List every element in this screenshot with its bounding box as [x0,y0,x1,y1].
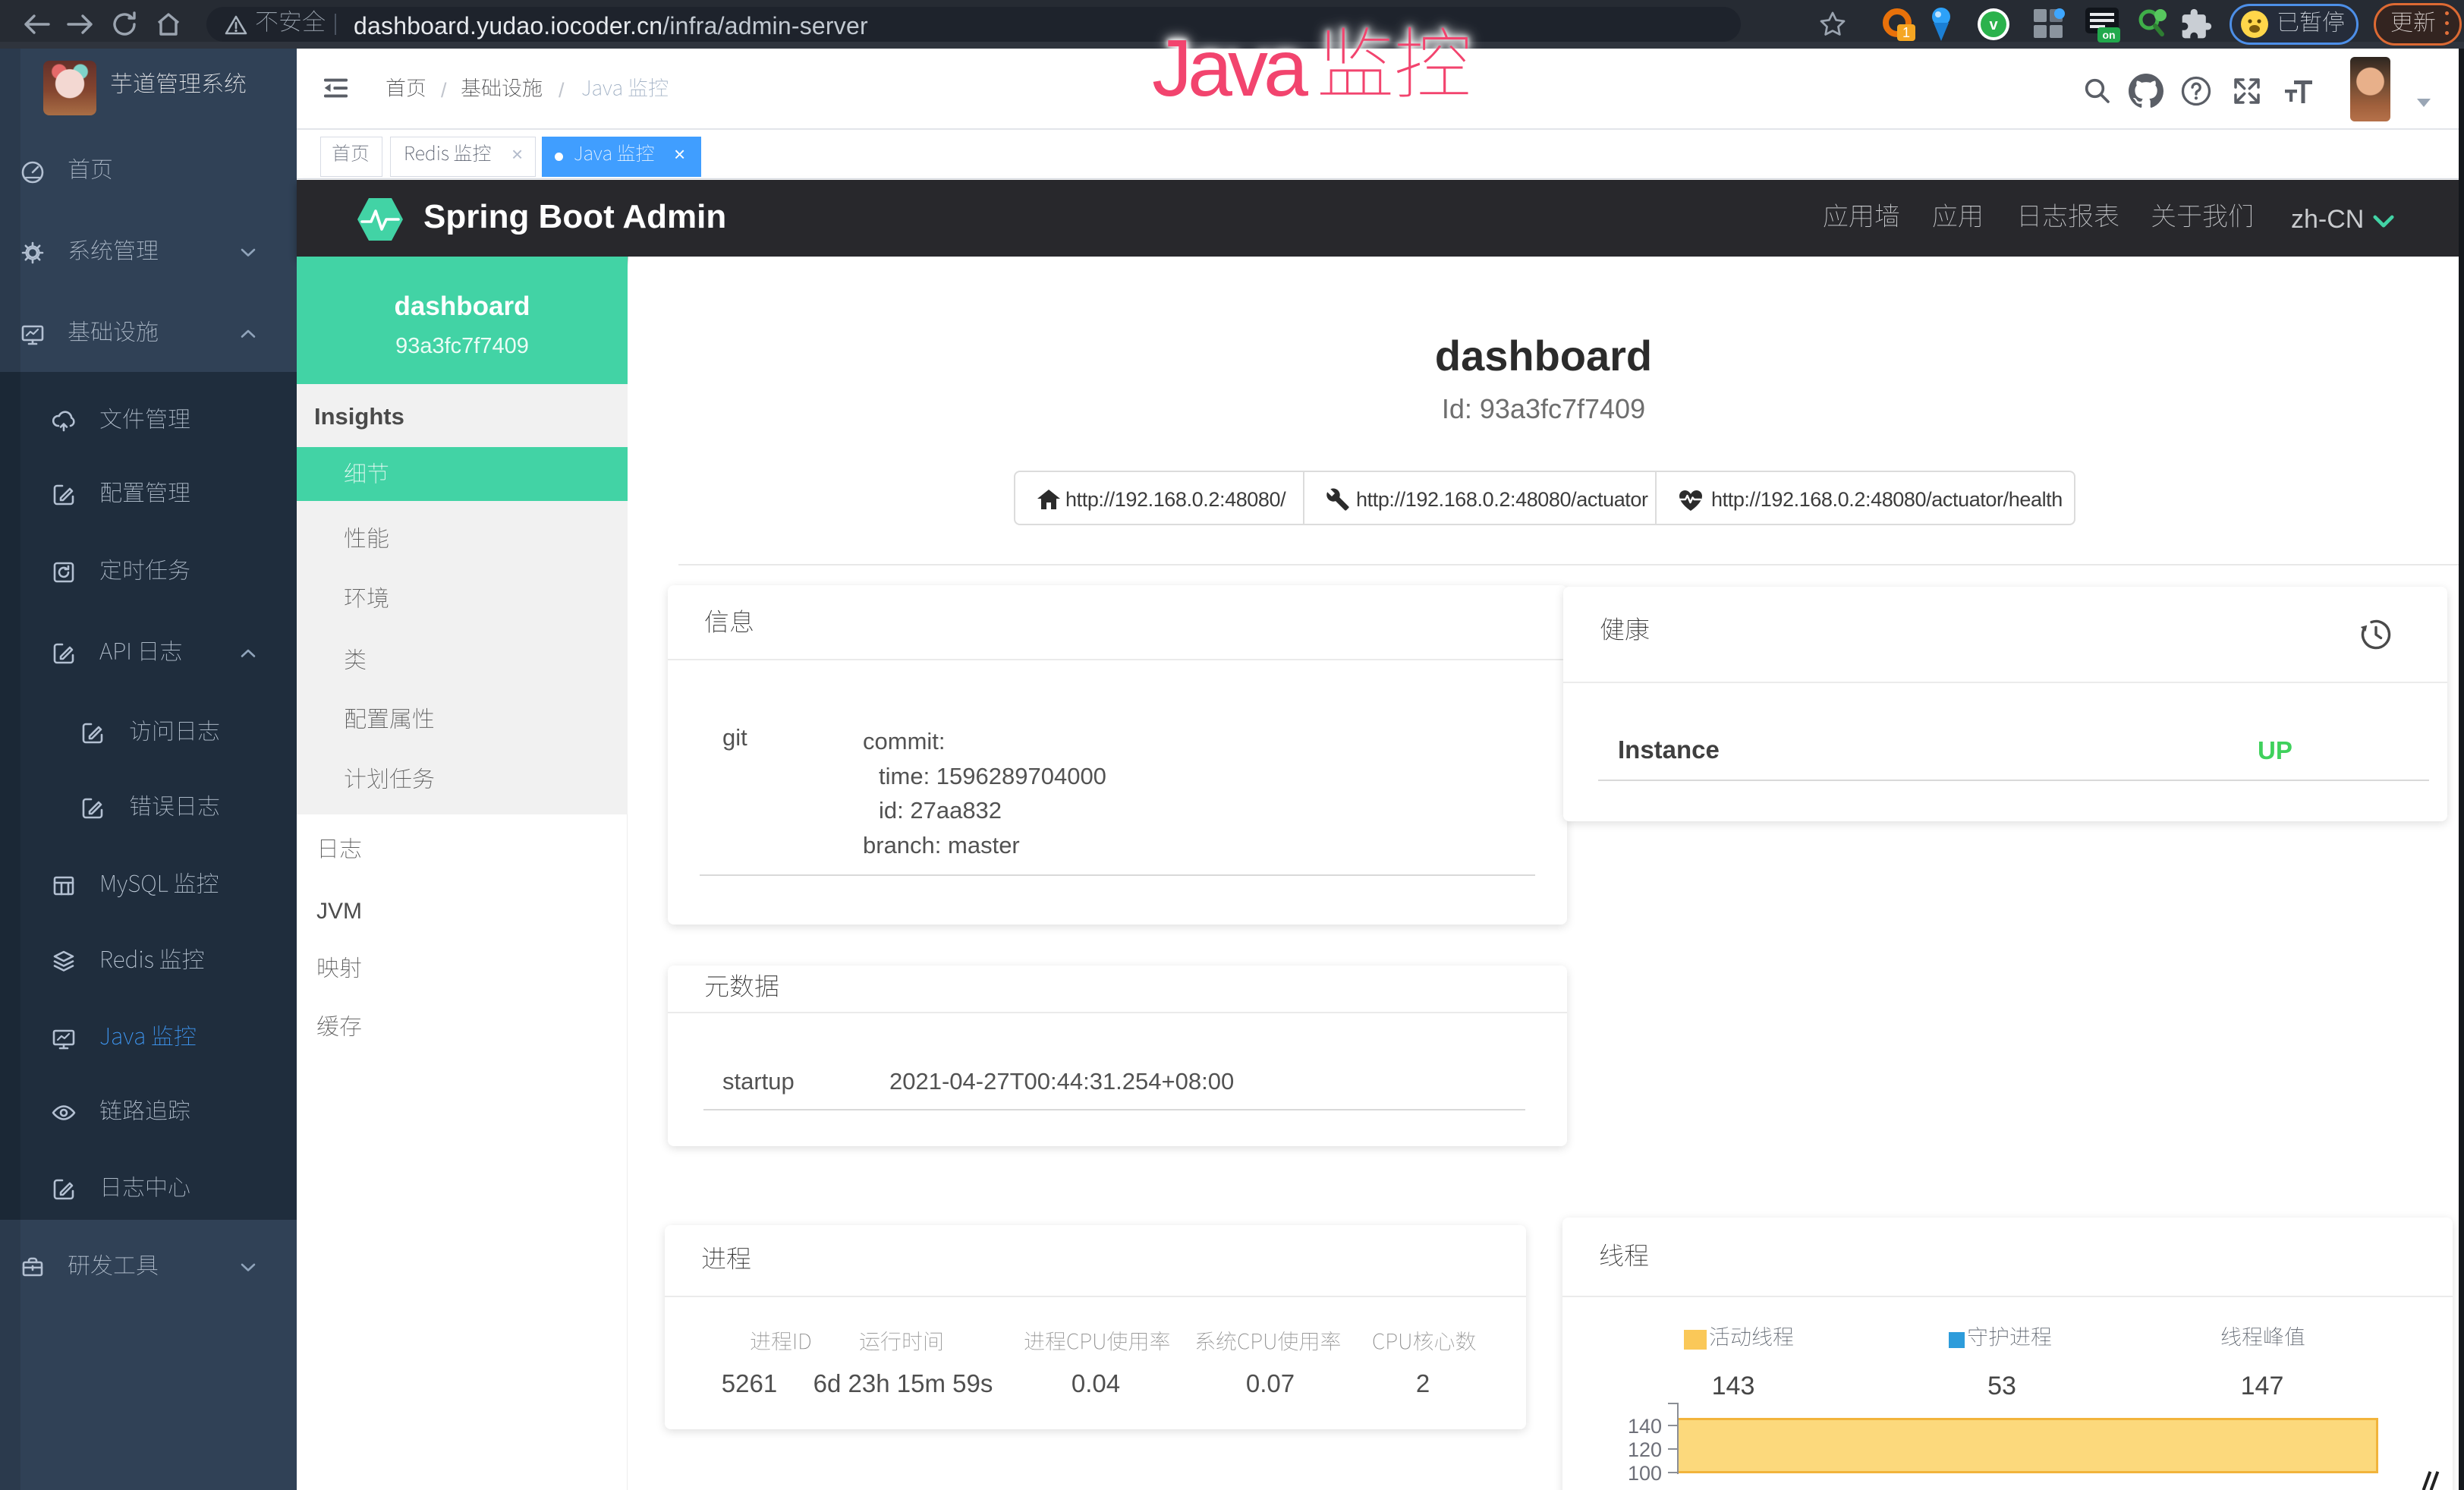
svg-text:v: v [1989,17,1998,33]
svg-text:1: 1 [1902,25,1910,40]
svg-text:on: on [2102,29,2115,41]
